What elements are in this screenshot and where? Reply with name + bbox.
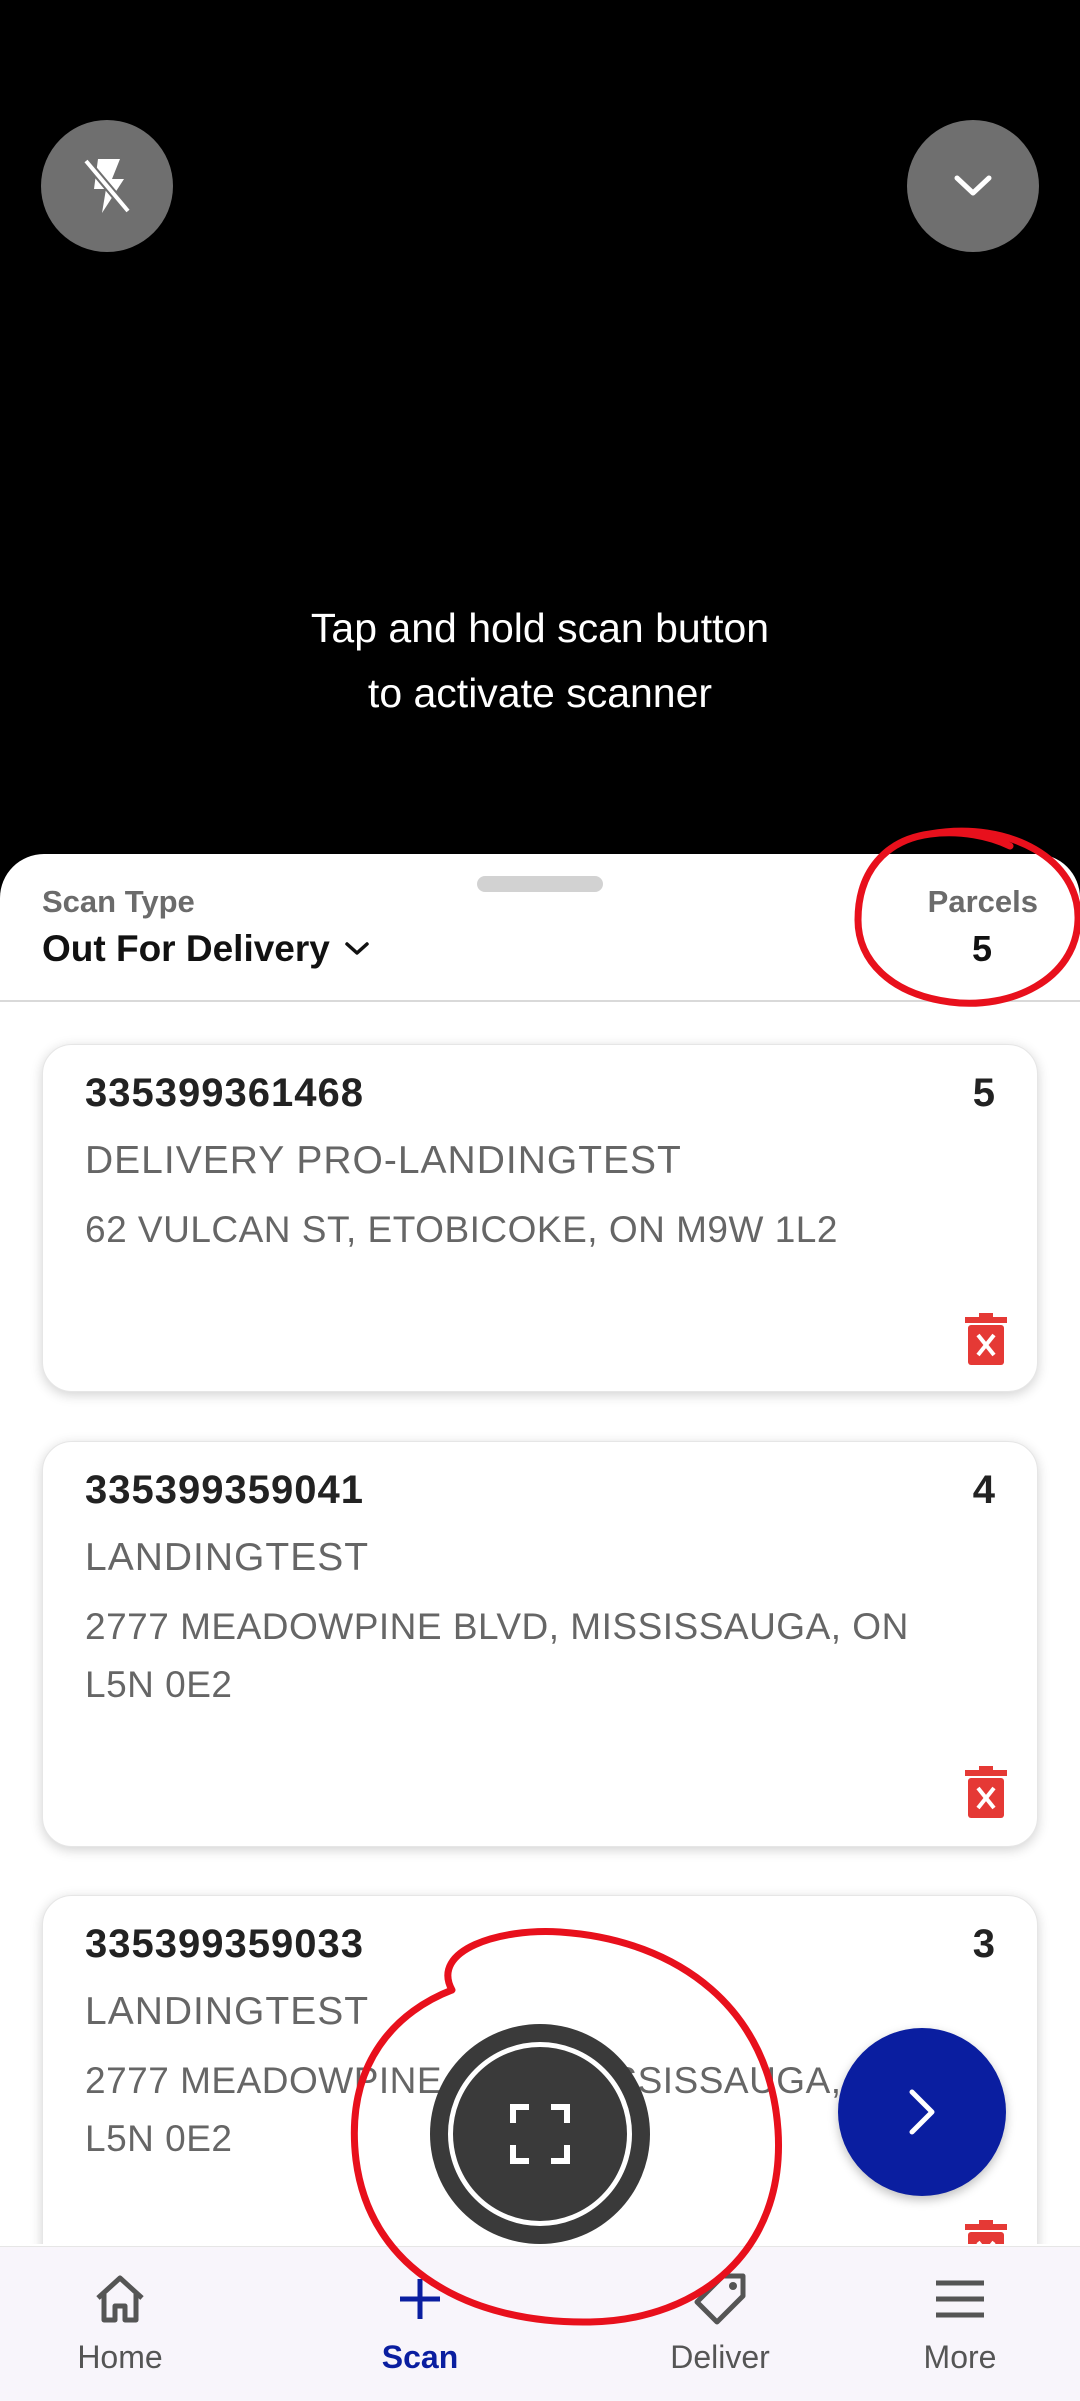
nav-home-label: Home — [77, 2339, 163, 2375]
recipient-address: 2777 MEADOWPINE BLVD, MISSISSAUGA, ON L5… — [85, 1606, 909, 1705]
next-button[interactable] — [838, 2028, 1006, 2196]
tracking-number: 335399361468 — [85, 1071, 364, 1115]
tracking-number: 335399359041 — [85, 1468, 364, 1512]
scan-type-label: Scan Type — [42, 884, 195, 919]
collapse-button[interactable] — [907, 120, 1039, 252]
scan-button[interactable] — [430, 2024, 650, 2244]
hint-line-2: to activate scanner — [367, 670, 713, 716]
parcel-card[interactable]: 335399361468 5 DELIVERY PRO-LANDINGTEST … — [42, 1044, 1038, 1392]
chevron-right-icon — [909, 2089, 935, 2135]
tag-icon — [694, 2273, 746, 2325]
flash-toggle-button[interactable] — [41, 120, 173, 252]
parcels-label: Parcels — [927, 884, 1038, 919]
tracking-number: 335399359033 — [85, 1922, 364, 1966]
scan-frame-icon — [510, 2104, 570, 2164]
recipient-name: DELIVERY PRO-LANDINGTEST — [85, 1139, 682, 1182]
chevron-down-icon — [954, 175, 992, 196]
recipient-address: 62 VULCAN ST, ETOBICOKE, ON M9W 1L2 — [85, 1209, 838, 1250]
delete-icon[interactable] — [963, 2220, 1009, 2244]
scanner-hint: Tap and hold scan button to activate sca… — [0, 596, 1080, 726]
hint-line-1: Tap and hold scan button — [310, 605, 770, 651]
parcels-count: 5 — [971, 928, 992, 969]
bottom-navigation: Home Scan Deliver More — [0, 2246, 1080, 2401]
flash-off-icon — [82, 158, 132, 214]
menu-icon — [936, 2280, 984, 2318]
parcel-count: 5 — [972, 1071, 995, 1115]
home-icon — [96, 2275, 144, 2323]
nav-scan[interactable]: Scan — [350, 2247, 490, 2401]
recipient-name: LANDINGTEST — [85, 1536, 370, 1579]
nav-more-label: More — [923, 2339, 997, 2375]
parcel-count: 4 — [972, 1468, 995, 1512]
delete-icon[interactable] — [963, 1766, 1009, 1818]
recipient-name: LANDINGTEST — [85, 1990, 370, 2033]
scan-type-value: Out For Delivery — [42, 928, 330, 969]
divider — [0, 1000, 1080, 1002]
nav-home[interactable]: Home — [50, 2247, 190, 2401]
nav-more[interactable]: More — [890, 2247, 1030, 2401]
camera-viewfinder: Tap and hold scan button to activate sca… — [0, 0, 1080, 900]
parcel-card[interactable]: 335399359041 4 LANDINGTEST 2777 MEADOWPI… — [42, 1441, 1038, 1847]
nav-scan-label: Scan — [381, 2339, 459, 2375]
chevron-down-icon — [345, 942, 369, 955]
nav-deliver-label: Deliver — [670, 2339, 770, 2375]
scan-type-dropdown[interactable]: Out For Delivery — [42, 928, 370, 970]
parcel-count: 3 — [972, 1922, 995, 1966]
nav-deliver[interactable]: Deliver — [650, 2247, 790, 2401]
sheet-drag-handle[interactable] — [477, 876, 603, 892]
plus-icon — [400, 2279, 440, 2319]
delete-icon[interactable] — [963, 1313, 1009, 1365]
